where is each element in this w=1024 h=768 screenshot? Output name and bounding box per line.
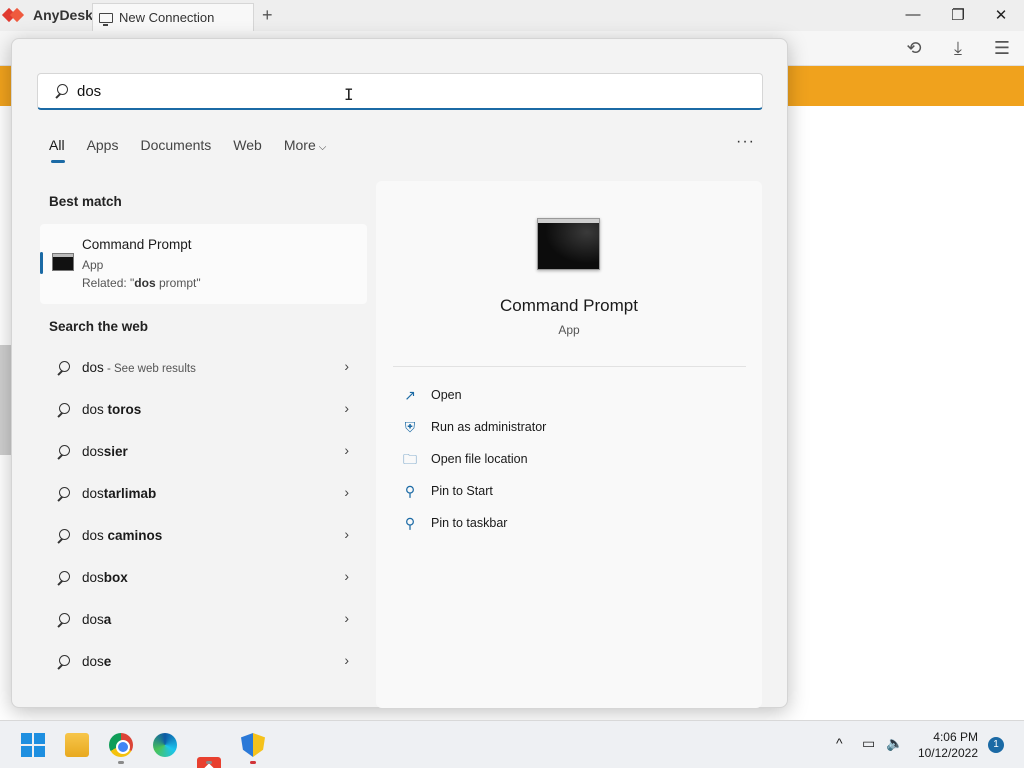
search-icon xyxy=(54,84,68,98)
action-pin-to-start[interactable]: ⚲ Pin to Start xyxy=(402,483,493,499)
pin-icon: ⚲ xyxy=(404,515,416,531)
search-icon xyxy=(56,571,70,585)
network-icon[interactable]: ▭ xyxy=(862,735,875,752)
tab-web[interactable]: Web xyxy=(233,137,262,163)
command-prompt-icon xyxy=(537,218,600,270)
search-icon xyxy=(56,445,70,459)
web-result-item[interactable]: dostarlimab › xyxy=(40,476,367,512)
web-result-item[interactable]: dos toros › xyxy=(40,392,367,428)
chevron-right-icon: › xyxy=(344,400,349,416)
anydesk-titlebar: AnyDesk New Connection + — ❐ ✕ xyxy=(0,0,1024,31)
web-result-label: dostarlimab xyxy=(82,486,157,501)
clock[interactable]: 4:06 PM 10/12/2022 xyxy=(908,729,978,761)
new-tab-button[interactable]: + xyxy=(262,5,273,26)
preview-pane: Command Prompt App ↗ Open ⛨ Run as admin… xyxy=(376,181,762,708)
volume-icon[interactable]: 🔈 xyxy=(886,735,903,752)
chevron-right-icon: › xyxy=(344,568,349,584)
search-filter-tabs: All Apps Documents Web More ⌵ xyxy=(49,137,348,163)
divider xyxy=(393,366,746,367)
web-result-label: dossier xyxy=(82,444,128,459)
web-result-item[interactable]: dos caminos › xyxy=(40,518,367,554)
tab-apps[interactable]: Apps xyxy=(87,137,119,163)
file-explorer-icon[interactable] xyxy=(65,733,89,757)
anydesk-logo-icon xyxy=(4,8,18,22)
start-icon[interactable] xyxy=(21,733,45,757)
web-result-label: dos toros xyxy=(82,402,142,417)
tab-more[interactable]: More ⌵ xyxy=(284,137,327,163)
clock-time: 4:06 PM xyxy=(933,730,978,744)
search-icon xyxy=(56,655,70,669)
history-icon[interactable]: ⟲ xyxy=(904,38,924,58)
tab-all[interactable]: All xyxy=(49,137,65,163)
menu-icon[interactable]: ☰ xyxy=(992,38,1012,58)
selection-indicator xyxy=(40,252,43,274)
web-result-label: dosbox xyxy=(82,570,128,585)
taskbar: ^ ▭ 🔈 4:06 PM 10/12/2022 1 xyxy=(0,720,1024,768)
running-indicator xyxy=(250,761,256,764)
chevron-right-icon: › xyxy=(344,358,349,374)
search-icon xyxy=(56,487,70,501)
best-match-related: Related: "dos prompt" xyxy=(82,276,201,290)
tab-more-label: More xyxy=(283,137,316,153)
running-indicator xyxy=(118,761,124,764)
chevron-right-icon: › xyxy=(344,610,349,626)
search-icon xyxy=(56,403,70,417)
web-result-label: dosa xyxy=(82,612,112,627)
web-result-label: dos - See web results xyxy=(82,360,196,375)
chevron-right-icon: › xyxy=(344,526,349,542)
action-run-as-administrator[interactable]: ⛨ Run as administrator xyxy=(402,419,547,435)
action-open-file-location[interactable]: 🗀 Open file location xyxy=(402,451,528,467)
notification-badge[interactable]: 1 xyxy=(988,737,1004,753)
web-result-label: dose xyxy=(82,654,112,669)
anydesk-app-name: AnyDesk xyxy=(33,7,93,23)
web-result-item[interactable]: dose › xyxy=(40,644,367,680)
chevron-up-icon[interactable]: ^ xyxy=(836,735,843,751)
search-icon xyxy=(56,361,70,375)
command-prompt-icon xyxy=(52,253,74,271)
running-indicator xyxy=(206,761,212,764)
web-result-item[interactable]: dosa › xyxy=(40,602,367,638)
close-button[interactable]: ✕ xyxy=(991,6,1011,24)
search-panel: I All Apps Documents Web More⌵ ··· Best … xyxy=(11,38,788,708)
web-result-item[interactable]: dossier › xyxy=(40,434,367,470)
action-pin-to-taskbar[interactable]: ⚲ Pin to taskbar xyxy=(402,515,508,531)
pin-icon: ⚲ xyxy=(404,483,416,499)
tab-label: New Connection xyxy=(119,10,215,25)
search-icon xyxy=(56,613,70,627)
restore-button[interactable]: ❐ xyxy=(948,6,968,24)
web-result-item[interactable]: dosbox › xyxy=(40,560,367,596)
web-result-label: dos caminos xyxy=(82,528,163,543)
chevron-right-icon: › xyxy=(344,652,349,668)
more-options-button[interactable]: ··· xyxy=(736,133,755,151)
text-cursor-icon: I xyxy=(344,85,354,104)
best-match-heading: Best match xyxy=(49,194,122,209)
best-match-item[interactable]: Command Prompt App Related: "dos prompt" xyxy=(40,224,367,304)
preview-app-type: App xyxy=(558,323,580,337)
download-icon[interactable]: ⤓ xyxy=(948,38,968,58)
preview-app-name: Command Prompt xyxy=(500,296,638,315)
chevron-right-icon: › xyxy=(344,484,349,500)
tab-new-connection[interactable]: New Connection xyxy=(92,3,254,31)
monitor-icon xyxy=(99,12,113,26)
chrome-icon[interactable] xyxy=(109,733,133,757)
open-external-icon: ↗ xyxy=(404,387,416,403)
tab-documents[interactable]: Documents xyxy=(140,137,211,163)
admin-shield-icon: ⛨ xyxy=(404,419,416,435)
web-result-item[interactable]: dos - See web results › xyxy=(40,350,367,386)
best-match-type: App xyxy=(82,258,104,272)
search-icon xyxy=(56,529,70,543)
action-open[interactable]: ↗ Open xyxy=(402,387,461,403)
chevron-down-icon: ⌵ xyxy=(318,142,327,153)
anydesk-logo: AnyDesk xyxy=(4,7,93,23)
search-web-heading: Search the web xyxy=(49,319,149,334)
folder-icon: 🗀 xyxy=(403,451,417,467)
security-shield-icon[interactable] xyxy=(241,733,265,757)
chevron-right-icon: › xyxy=(344,442,349,458)
search-input[interactable] xyxy=(77,82,677,100)
search-box[interactable] xyxy=(37,73,763,110)
minimize-button[interactable]: — xyxy=(903,6,923,23)
edge-icon[interactable] xyxy=(153,733,177,757)
best-match-name: Command Prompt xyxy=(82,237,192,252)
clock-date: 10/12/2022 xyxy=(917,746,978,760)
